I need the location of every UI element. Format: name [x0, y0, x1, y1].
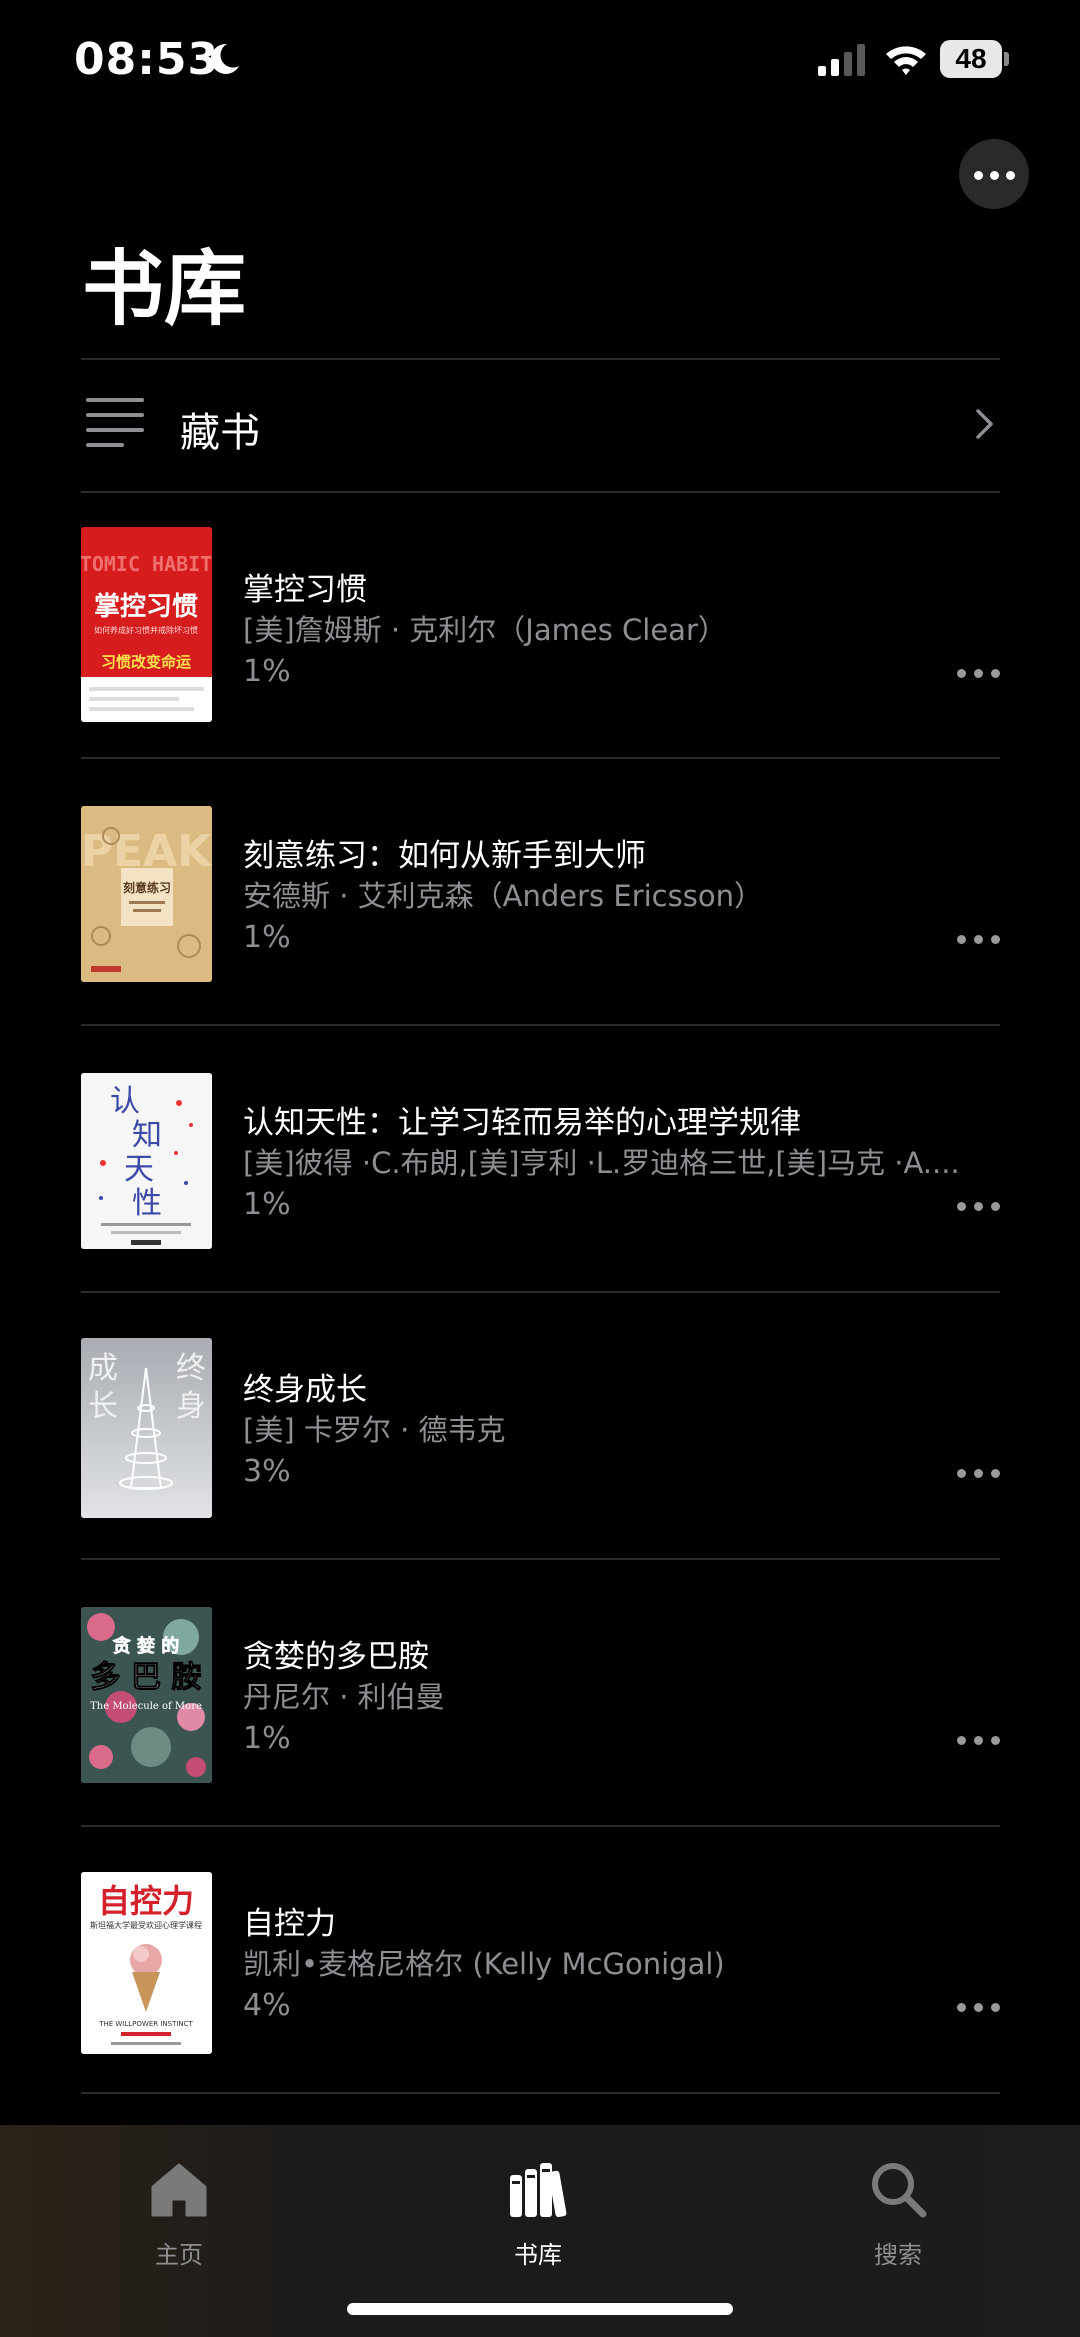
home-indicator [347, 2303, 733, 2315]
battery-indicator: 48 [940, 40, 1010, 78]
book-title: 刻意练习：如何从新手到大师 [243, 838, 646, 874]
tab-search[interactable]: 搜索 [798, 2145, 998, 2269]
moon-icon [210, 43, 239, 74]
book-more-button[interactable] [957, 932, 1001, 946]
book-item[interactable]: PEAK 刻意练习 刻意练习：如何从新手到大师 安德斯 · 艾利克森（Ander… [81, 758, 1000, 1025]
svg-text:成: 成 [88, 1351, 118, 1386]
more-dot-icon [1006, 171, 1015, 180]
book-cover-art: PEAK 刻意练习 [81, 806, 212, 982]
book-author: [美] 卡罗尔 · 德韦克 [243, 1413, 506, 1447]
book-cover-art: 自控力 斯坦福大学最受欢迎心理学课程 THE WILLPOWER INSTINC… [81, 1872, 212, 2054]
cellular-signal-icon [818, 44, 865, 76]
book-author: 安德斯 · 艾利克森（Anders Ericsson） [243, 879, 763, 913]
svg-text:性: 性 [132, 1186, 162, 1221]
book-author: [美]彼得 ·C.布朗,[美]亨利 ·L.罗迪格三世,[美]马克 ·A.... [243, 1146, 960, 1180]
svg-text:贪 婪 的: 贪 婪 的 [113, 1635, 180, 1657]
book-progress: 1% [243, 654, 291, 689]
tab-home[interactable]: 主页 [79, 2145, 279, 2269]
book-item[interactable]: 认 知 天 性 认知天性：让学习轻而易举的心理学规律 [美]彼得 ·C.布朗,[… [81, 1025, 1000, 1292]
book-author: [美]詹姆斯 · 克利尔（James Clear） [243, 613, 727, 647]
book-progress: 4% [243, 1988, 291, 2023]
book-progress: 3% [243, 1454, 291, 1489]
book-cover: PEAK 刻意练习 [81, 806, 212, 982]
book-item[interactable]: 成 长 终 身 终身成长 [美] 卡罗尔 · 德韦克 3% [81, 1292, 1000, 1559]
book-more-button[interactable] [957, 1733, 1001, 1747]
tab-label: 主页 [155, 2241, 203, 2269]
battery-nub [1004, 52, 1009, 66]
book-progress: 1% [243, 920, 291, 955]
book-title: 终身成长 [243, 1372, 367, 1408]
home-icon [151, 2163, 207, 2217]
svg-text:长: 长 [88, 1389, 118, 1424]
book-cover-art: ATOMIC HABITS 掌控习惯 如何养成好习惯并戒除坏习惯 习惯改变命运 [81, 527, 212, 722]
book-more-button[interactable] [957, 1199, 1001, 1213]
collection-label: 藏书 [180, 410, 260, 456]
svg-text:多 巴 胺: 多 巴 胺 [91, 1660, 202, 1695]
book-item[interactable]: 贪 婪 的 多 巴 胺 The Molecule of More 贪婪的多巴胺 … [81, 1559, 1000, 1826]
svg-text:ATOMIC HABITS: ATOMIC HABITS [81, 552, 212, 576]
svg-text:THE WILLPOWER INSTINCT: THE WILLPOWER INSTINCT [98, 2020, 193, 2028]
book-cover: ATOMIC HABITS 掌控习惯 如何养成好习惯并戒除坏习惯 习惯改变命运 [81, 527, 212, 722]
battery-level: 48 [940, 40, 1002, 78]
book-item[interactable]: 自控力 斯坦福大学最受欢迎心理学课程 THE WILLPOWER INSTINC… [81, 1826, 1000, 2093]
more-options-button[interactable] [959, 139, 1029, 209]
book-author: 凯利•麦格尼格尔 (Kelly McGonigal) [243, 1947, 725, 1981]
book-title: 自控力 [243, 1906, 336, 1942]
book-more-button[interactable] [957, 2000, 1001, 2014]
book-cover: 认 知 天 性 [81, 1073, 212, 1249]
svg-text:身: 身 [176, 1389, 206, 1424]
svg-text:The Molecule of More: The Molecule of More [90, 1701, 202, 1712]
status-time: 08:53 [74, 34, 220, 85]
tab-library[interactable]: 书库 [438, 2145, 638, 2269]
book-cover-art: 认 知 天 性 [81, 1073, 212, 1249]
svg-text:自控力: 自控力 [98, 1882, 194, 1920]
svg-text:掌控习惯: 掌控习惯 [94, 592, 198, 622]
more-dot-icon [990, 171, 999, 180]
book-progress: 1% [243, 1187, 291, 1222]
book-cover-art: 贪 婪 的 多 巴 胺 The Molecule of More [81, 1607, 212, 1783]
svg-text:终: 终 [176, 1351, 206, 1386]
tab-label: 书库 [514, 2241, 562, 2269]
collections-row[interactable]: 藏书 [81, 360, 1000, 490]
svg-text:刻意练习: 刻意练习 [123, 880, 171, 895]
svg-text:天: 天 [124, 1152, 154, 1187]
book-more-button[interactable] [957, 666, 1001, 680]
book-title: 认知天性：让学习轻而易举的心理学规律 [243, 1105, 801, 1141]
book-item[interactable]: ATOMIC HABITS 掌控习惯 如何养成好习惯并戒除坏习惯 习惯改变命运 … [81, 492, 1000, 759]
book-title: 贪婪的多巴胺 [243, 1639, 429, 1675]
book-more-button[interactable] [957, 1466, 1001, 1480]
library-icon [510, 2163, 567, 2218]
svg-text:认: 认 [110, 1084, 140, 1119]
chevron-right-icon [976, 409, 993, 439]
search-icon [872, 2163, 927, 2218]
wifi-icon [886, 46, 926, 75]
book-cover: 成 长 终 身 [81, 1338, 212, 1518]
tab-label: 搜索 [874, 2241, 922, 2269]
book-progress: 1% [243, 1721, 291, 1756]
divider [81, 2092, 1000, 2094]
book-author: 丹尼尔 · 利伯曼 [243, 1680, 445, 1714]
book-cover: 自控力 斯坦福大学最受欢迎心理学课程 THE WILLPOWER INSTINC… [81, 1872, 212, 2054]
list-icon [86, 398, 144, 448]
svg-text:习惯改变命运: 习惯改变命运 [101, 653, 191, 671]
more-dot-icon [974, 171, 983, 180]
svg-text:知: 知 [132, 1118, 162, 1153]
svg-text:斯坦福大学最受欢迎心理学课程: 斯坦福大学最受欢迎心理学课程 [90, 1920, 202, 1930]
book-cover-art: 成 长 终 身 [81, 1338, 212, 1518]
status-bar: 08:53 48 [0, 0, 1080, 120]
book-title: 掌控习惯 [243, 572, 367, 608]
book-cover: 贪 婪 的 多 巴 胺 The Molecule of More [81, 1607, 212, 1783]
page-title: 书库 [82, 242, 247, 337]
svg-text:如何养成好习惯并戒除坏习惯: 如何养成好习惯并戒除坏习惯 [94, 625, 198, 635]
